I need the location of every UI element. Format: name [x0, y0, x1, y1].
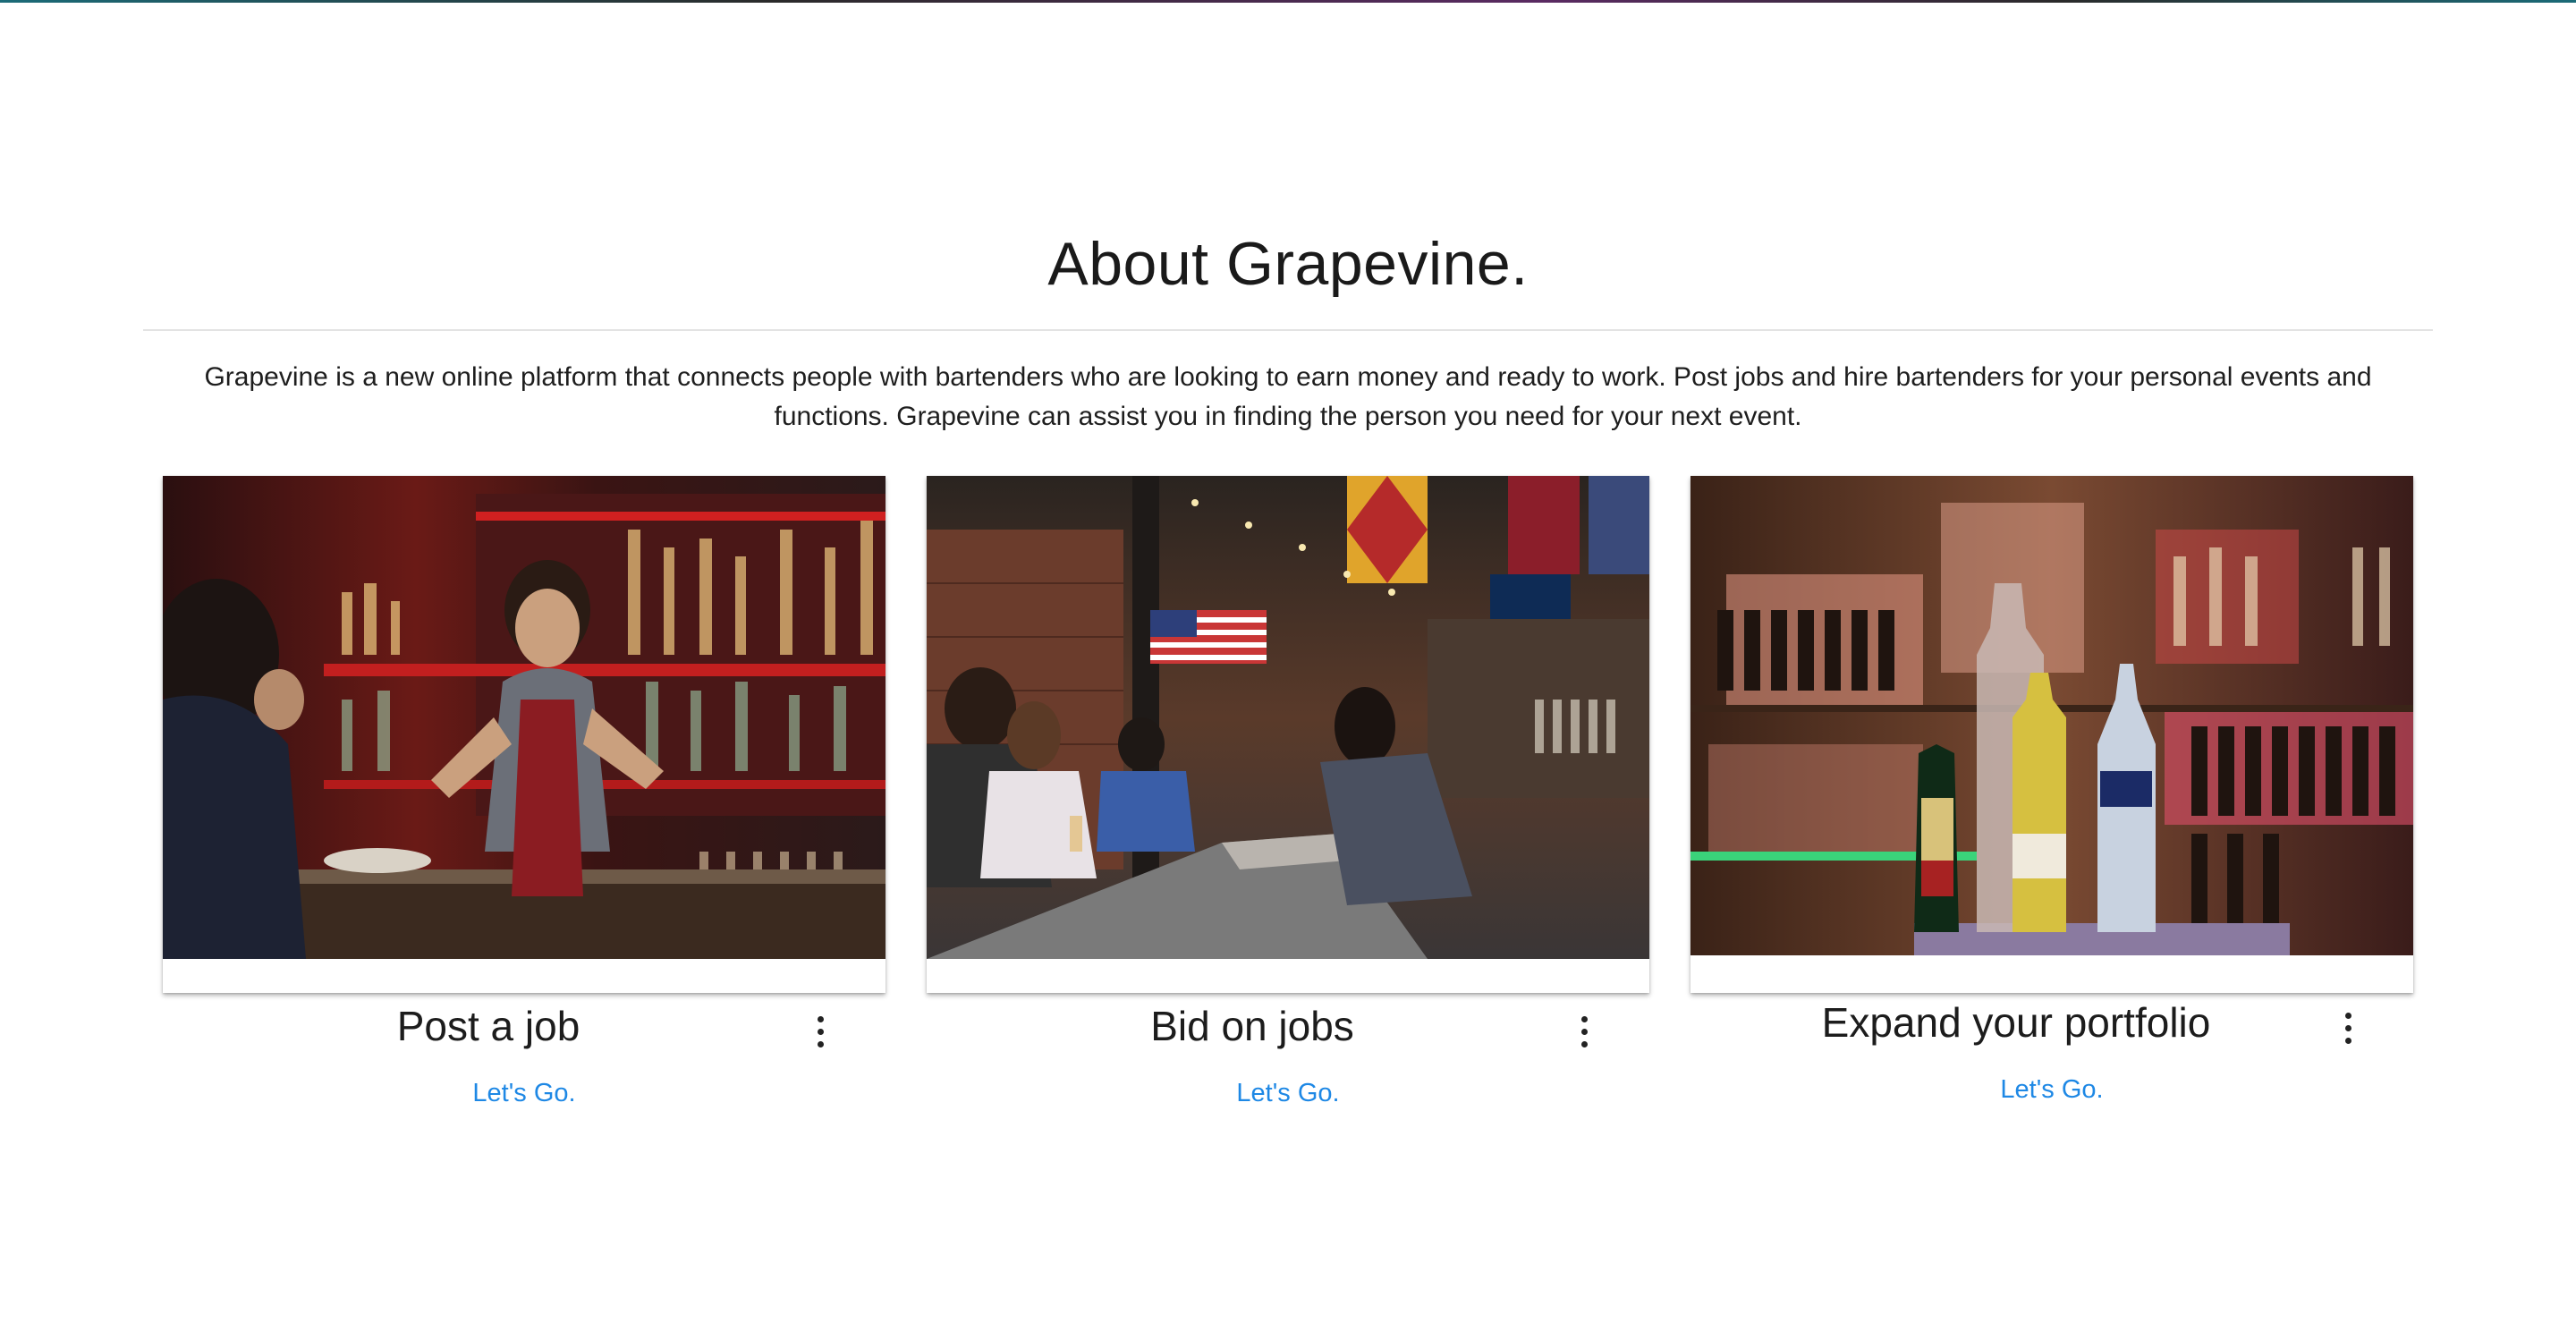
title-divider — [143, 329, 2433, 331]
lets-go-link-expand-portfolio[interactable]: Let's Go. — [1690, 1075, 2413, 1105]
bar-interior-photo — [927, 476, 1649, 959]
page-title: About Grapevine. — [1047, 230, 1529, 298]
about-page: About Grapevine. Grapevine is a new onli… — [0, 0, 2576, 1340]
card-expand-portfolio — [1690, 476, 2413, 993]
lets-go-link-bid-jobs[interactable]: Let's Go. — [927, 1079, 1649, 1108]
more-options-icon[interactable] — [1574, 1013, 1596, 1052]
about-description: Grapevine is a new online platform that … — [204, 362, 2372, 431]
liquor-bottles-photo — [1690, 476, 2413, 955]
card-title-post-job: Post a job — [396, 1003, 580, 1049]
card-bid-jobs — [927, 476, 1649, 993]
top-accent-line — [0, 0, 2576, 3]
lets-go-link-post-job[interactable]: Let's Go. — [163, 1079, 886, 1108]
bartender-photo — [163, 476, 886, 959]
card-title-expand-portfolio: Expand your portfolio — [1821, 999, 2211, 1046]
more-options-icon[interactable] — [2338, 1009, 2360, 1048]
more-options-icon[interactable] — [810, 1013, 832, 1052]
card-title-bid-jobs: Bid on jobs — [1150, 1003, 1354, 1049]
card-post-job — [163, 476, 886, 993]
